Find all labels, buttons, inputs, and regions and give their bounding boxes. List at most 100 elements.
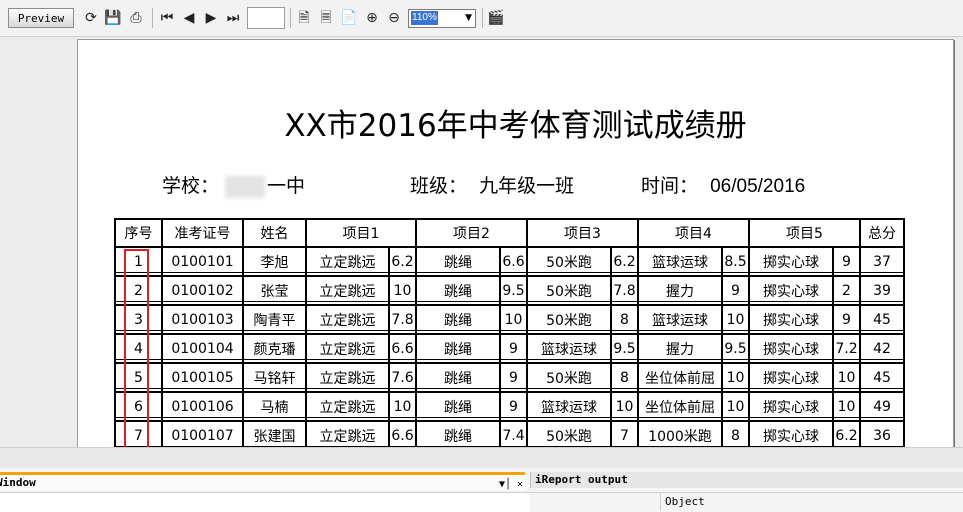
table-cell-s3: 8 bbox=[610, 304, 639, 335]
table-cell-s1: 7.8 bbox=[388, 304, 417, 335]
table-cell-name: 张莹 bbox=[242, 275, 307, 306]
table-cell-p3: 篮球运球 bbox=[526, 333, 612, 364]
table-cell-s4: 10 bbox=[721, 391, 750, 422]
output-panel-body bbox=[530, 492, 963, 512]
zoom-select[interactable]: 110% ▼ bbox=[408, 9, 476, 28]
table-header-row: 序号 准考证号 姓名 项目1 项目2 项目3 项目4 项目5 总分 bbox=[114, 218, 905, 248]
table-cell-s5: 2 bbox=[832, 275, 861, 306]
table-cell-p2: 跳绳 bbox=[415, 304, 501, 335]
table-cell-s3: 8 bbox=[610, 362, 639, 393]
table-cell-p5: 掷实心球 bbox=[748, 333, 834, 364]
table-row: 2 0100102 张莹 立定跳远 10 跳绳 9.5 50米跑 7.8 握力 9 掷实心球 2 39 bbox=[114, 275, 905, 306]
table-cell-p2: 跳绳 bbox=[415, 391, 501, 422]
preview-button[interactable]: Preview bbox=[8, 8, 74, 28]
first-page-icon[interactable]: ⏮ bbox=[158, 9, 176, 27]
table-cell-s5: 7.2 bbox=[832, 333, 861, 364]
save-icon[interactable]: 💾 bbox=[104, 9, 122, 27]
class-value: 九年级一班 bbox=[479, 175, 575, 197]
chevron-down-icon[interactable]: ▼ bbox=[465, 10, 472, 27]
table-cell-p4: 坐位体前屈 bbox=[637, 362, 723, 393]
table-cell-s2: 10 bbox=[499, 304, 528, 335]
refresh-icon[interactable]: ⟳ bbox=[82, 9, 100, 27]
column-header: 准考证号 bbox=[161, 218, 244, 248]
fit-width-icon[interactable]: 🗏 bbox=[317, 9, 335, 27]
fit-page-icon[interactable]: 📄 bbox=[340, 9, 358, 27]
table-cell-s1: 6.2 bbox=[388, 246, 417, 277]
zoom-in-icon[interactable]: ⊕ bbox=[363, 9, 381, 27]
table-cell-s1: 7.6 bbox=[388, 362, 417, 393]
school-label: 学校： bbox=[162, 175, 220, 197]
table-cell-p1: 立定跳远 bbox=[305, 391, 390, 422]
table-cell-s3: 7.8 bbox=[610, 275, 639, 306]
time-info: 时间： 06/05/2016 bbox=[641, 171, 805, 198]
table-cell-p3: 篮球运球 bbox=[526, 391, 612, 422]
table-row: 4 0100104 颜克璠 立定跳远 6.6 跳绳 9 篮球运球 9.5 握力 9.5 掷实心球 7.2… bbox=[114, 333, 905, 364]
print-icon[interactable]: ⎙ bbox=[127, 9, 145, 27]
column-header: 项目5 bbox=[748, 218, 861, 248]
page-number-input[interactable] bbox=[247, 7, 285, 29]
bottom-panel: Window ▼│ ✕ iReport output Object bbox=[0, 468, 963, 512]
table-row: 3 0100103 陶青平 立定跳远 7.8 跳绳 10 50米跑 8 篮球运球 10 掷实心球 9 45 bbox=[114, 304, 905, 335]
table-cell-p2: 跳绳 bbox=[415, 246, 501, 277]
column-header: 总分 bbox=[859, 218, 905, 248]
next-page-icon[interactable]: ▶ bbox=[202, 9, 220, 27]
table-cell-s4: 10 bbox=[721, 362, 750, 393]
toolbar-separator bbox=[152, 8, 153, 28]
table-cell-s1: 6.6 bbox=[388, 333, 417, 364]
table-cell-p1: 立定跳远 bbox=[305, 333, 390, 364]
time-label: 时间： bbox=[641, 175, 699, 197]
table-cell-s2: 9 bbox=[499, 391, 528, 422]
table-cell-p1: 立定跳远 bbox=[305, 275, 390, 306]
table-cell-p2: 跳绳 bbox=[415, 420, 501, 447]
clapper-icon[interactable]: 🎬 bbox=[487, 9, 505, 27]
dropdown-icon[interactable]: ▼│ bbox=[499, 477, 511, 493]
time-value: 06/05/2016 bbox=[710, 176, 806, 197]
ireport-output-tab[interactable]: iReport output bbox=[530, 472, 963, 488]
table-cell-p3: 50米跑 bbox=[526, 420, 612, 447]
zoom-out-icon[interactable]: ⊖ bbox=[385, 9, 403, 27]
table-cell-s2: 7.4 bbox=[499, 420, 528, 447]
last-page-icon[interactable]: ⏭ bbox=[224, 9, 242, 27]
table-cell-name: 马铭轩 bbox=[242, 362, 307, 393]
table-cell-p4: 1000米跑 bbox=[637, 420, 723, 447]
table-cell-p2: 跳绳 bbox=[415, 362, 501, 393]
column-divider bbox=[660, 492, 661, 511]
table-cell-p4: 握力 bbox=[637, 275, 723, 306]
redacted-school-name bbox=[225, 175, 266, 198]
table-cell-p3: 50米跑 bbox=[526, 246, 612, 277]
table-row: 6 0100106 马楠 立定跳远 10 跳绳 9 篮球运球 10 坐位体前屈 10 掷实心球 10 49 bbox=[114, 391, 905, 422]
table-cell-s2: 9 bbox=[499, 362, 528, 393]
table-cell-total: 49 bbox=[859, 391, 905, 422]
table-cell-name: 李旭 bbox=[242, 246, 307, 277]
table-cell-p1: 立定跳远 bbox=[305, 420, 390, 447]
table-cell-s5: 9 bbox=[832, 246, 861, 277]
close-icon[interactable]: ✕ bbox=[517, 477, 523, 493]
prev-page-icon[interactable]: ◀ bbox=[180, 9, 198, 27]
highlight-box bbox=[124, 249, 149, 447]
table-cell-total: 42 bbox=[859, 333, 905, 364]
table-cell-total: 45 bbox=[859, 362, 905, 393]
report-viewport[interactable]: XX市2016年中考体育测试成绩册 学校： 一中 班级： 九年级一班 时间： 06… bbox=[0, 37, 963, 447]
window-tab[interactable]: Window ▼│ ✕ bbox=[0, 472, 525, 491]
table-cell-s2: 9 bbox=[499, 333, 528, 364]
table-cell-s4: 8 bbox=[721, 420, 750, 447]
table-cell-s5: 10 bbox=[832, 362, 861, 393]
table-cell-p3: 50米跑 bbox=[526, 362, 612, 393]
report-title: XX市2016年中考体育测试成绩册 bbox=[284, 108, 747, 144]
table-cell-name: 张建国 bbox=[242, 420, 307, 447]
table-cell-id: 0100107 bbox=[161, 420, 244, 447]
single-page-icon[interactable]: 🗎 bbox=[295, 9, 313, 27]
school-value: 一中 bbox=[267, 175, 306, 197]
table-cell-id: 0100105 bbox=[161, 362, 244, 393]
table-cell-p1: 立定跳远 bbox=[305, 304, 390, 335]
table-row: 7 0100107 张建国 立定跳远 6.6 跳绳 7.4 50米跑 7 1000米跑 8 掷实心球 6… bbox=[114, 420, 905, 447]
toolbar-separator bbox=[290, 8, 291, 28]
table-cell-id: 0100106 bbox=[161, 391, 244, 422]
table-cell-total: 45 bbox=[859, 304, 905, 335]
table-cell-s5: 10 bbox=[832, 391, 861, 422]
class-label: 班级： bbox=[410, 175, 468, 197]
table-cell-p2: 跳绳 bbox=[415, 333, 501, 364]
table-cell-s1: 6.6 bbox=[388, 420, 417, 447]
table-cell-s3: 10 bbox=[610, 391, 639, 422]
horizontal-scrollbar[interactable] bbox=[0, 447, 963, 469]
